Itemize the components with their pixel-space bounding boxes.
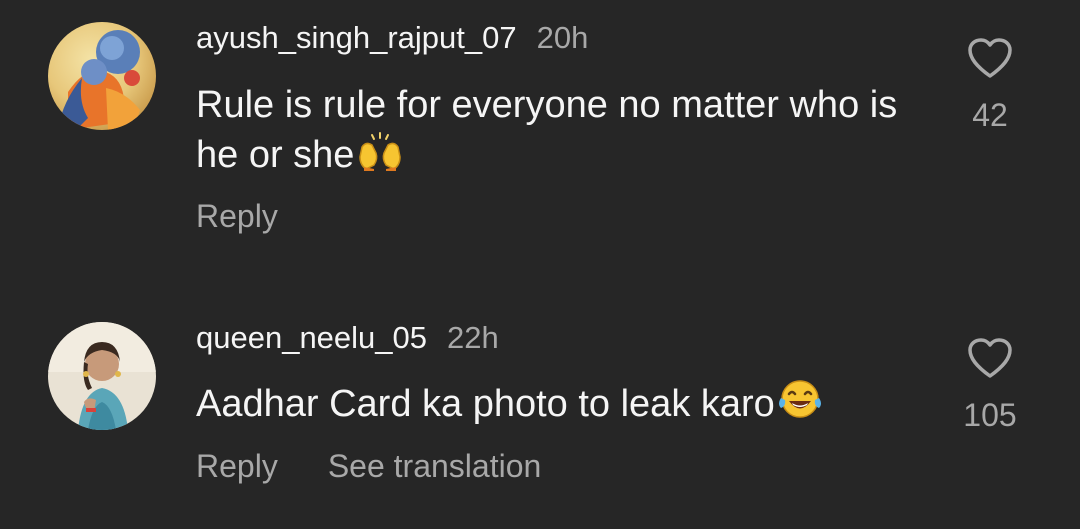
avatar[interactable]: [48, 22, 156, 130]
comment-actions: Reply: [196, 196, 278, 236]
comment-header: queen_neelu_05 22h: [196, 318, 499, 358]
like-control: 105: [940, 336, 1040, 434]
see-translation-button[interactable]: See translation: [328, 446, 541, 486]
comment-text-body: Rule is rule for everyone no matter who …: [196, 84, 898, 176]
comment-item: ayush_singh_rajput_07 20h Rule is rule fo…: [0, 0, 1080, 270]
comment-text-body: Aadhar Card ka photo to leak karo: [196, 383, 775, 425]
comment-text: Aadhar Card ka photo to leak karo: [196, 378, 936, 433]
laughing-tears-emoji-icon: [777, 378, 823, 433]
timestamp: 22h: [447, 320, 499, 355]
username[interactable]: ayush_singh_rajput_07: [196, 20, 517, 55]
avatar[interactable]: [48, 322, 156, 430]
heart-icon[interactable]: [966, 36, 1014, 80]
comment-item: queen_neelu_05 22h Aadhar Card ka photo t…: [0, 300, 1080, 529]
comment-text: Rule is rule for everyone no matter who …: [196, 80, 936, 184]
like-count: 105: [963, 397, 1017, 433]
comment-actions: Reply See translation: [196, 446, 541, 486]
reply-button[interactable]: Reply: [196, 196, 278, 236]
username[interactable]: queen_neelu_05: [196, 320, 427, 355]
like-count: 42: [972, 97, 1008, 133]
comment-header: ayush_singh_rajput_07 20h: [196, 18, 588, 58]
timestamp: 20h: [536, 20, 589, 55]
reply-button[interactable]: Reply: [196, 446, 278, 486]
heart-icon[interactable]: [966, 336, 1014, 380]
raising-hands-emoji-icon: [356, 131, 404, 184]
like-control: 42: [940, 36, 1040, 134]
